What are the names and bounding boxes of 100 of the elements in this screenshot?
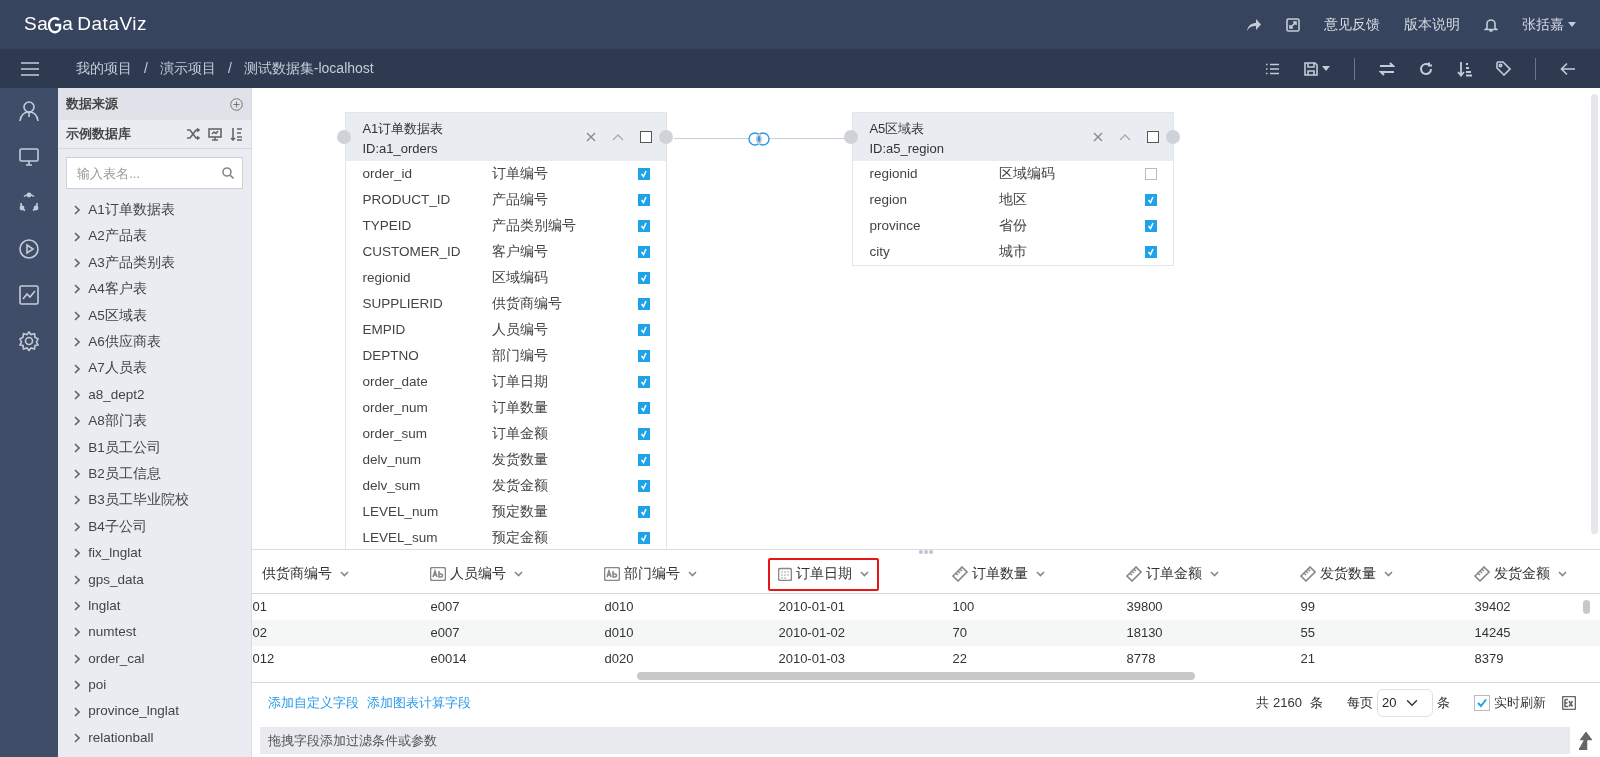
upload-arrow-icon[interactable] [1578,731,1592,750]
chevron-icon[interactable] [74,416,81,427]
chevron-icon[interactable] [74,548,81,559]
chevron-icon[interactable] [74,337,81,348]
table-item[interactable]: A8部门表 [88,411,147,432]
checkbox[interactable] [638,454,651,466]
close-icon[interactable] [1093,132,1104,142]
monitor-icon[interactable] [18,146,41,168]
fullscreen-icon[interactable] [1286,17,1300,32]
back-arrow-icon[interactable] [1560,61,1576,76]
play-icon[interactable] [18,238,41,260]
table-item[interactable]: A4客户表 [88,279,147,300]
caret-icon[interactable] [1322,66,1330,71]
menu-icon[interactable] [20,60,40,77]
chevron-icon[interactable] [74,733,81,743]
table-item[interactable]: B4子公司 [88,516,147,537]
checkbox[interactable] [638,194,651,206]
line-chart-icon[interactable] [18,284,41,306]
table-item[interactable]: numtest [88,622,137,643]
chevron-icon[interactable] [74,310,81,321]
checkbox[interactable] [638,532,651,544]
refresh-icon[interactable] [1419,61,1433,76]
checkbox[interactable] [1145,168,1158,180]
table-item[interactable]: lnglat [88,595,121,617]
scrollbar[interactable] [1583,599,1590,614]
column-header[interactable]: 供货商编号 [262,564,350,585]
chevron-icon[interactable] [74,495,81,506]
table-item[interactable]: poi [88,675,107,696]
column-header[interactable]: 订单日期 [796,564,870,585]
chevron-icon[interactable] [74,601,81,612]
column-header[interactable]: 订单数量 [972,564,1046,585]
checkbox[interactable] [638,272,651,284]
table-item[interactable]: A6供应商表 [88,332,161,353]
table-item[interactable]: a8_dept2 [88,384,145,406]
user-icon[interactable] [18,100,41,122]
breadcrumb-link[interactable]: 我的项目 [76,58,132,79]
checkbox[interactable] [1474,695,1490,712]
join-icon[interactable] [748,132,771,146]
scrollbar[interactable] [1591,94,1598,534]
tag-icon[interactable] [1496,61,1511,76]
table-item[interactable]: fix_lnglat [88,543,142,564]
checkbox[interactable] [638,506,651,518]
checkbox[interactable] [1145,246,1158,258]
close-icon[interactable] [586,132,597,142]
header-link[interactable]: 意见反馈 [1324,14,1380,35]
chevron-icon[interactable] [74,706,81,717]
save-icon[interactable] [1304,61,1318,76]
header-link[interactable]: 版本说明 [1404,14,1460,35]
checkbox[interactable] [640,131,653,143]
table-item[interactable]: A1订单数据表 [88,200,175,221]
resize-handle-icon[interactable] [919,550,934,554]
page-size-select[interactable]: 20 [1377,689,1433,718]
column-header[interactable]: 订单金额 [1146,564,1220,585]
chevron-icon[interactable] [74,627,81,638]
table-item[interactable]: gps_data [88,569,144,590]
table-item[interactable]: A5区域表 [88,305,147,326]
column-header[interactable]: 发货数量 [1320,564,1394,585]
checkbox[interactable] [638,246,651,258]
table-item[interactable]: province_lnglat [88,701,180,722]
column-header[interactable]: 部门编号 [624,564,698,585]
checkbox[interactable] [1147,131,1160,143]
chevron-icon[interactable] [74,257,81,268]
export-excel-icon[interactable] [1562,696,1576,711]
search-field[interactable]: 输入表名... [66,157,244,189]
bell-icon[interactable] [1484,16,1498,33]
breadcrumb-link[interactable]: 演示项目 [159,58,216,79]
table-item[interactable]: relationball [88,727,154,749]
sort-icon[interactable] [230,127,244,141]
column-header[interactable]: 发货金额 [1494,564,1568,585]
filter-drop-zone[interactable]: 拖拽字段添加过滤条件或参数 [260,727,1570,754]
checkbox[interactable] [638,376,651,388]
chevron-icon[interactable] [74,469,81,480]
add-icon[interactable] [230,97,244,111]
checkbox[interactable] [638,480,651,492]
checkbox[interactable] [638,168,651,180]
table-item[interactable]: B2员工信息 [88,463,161,485]
user-menu[interactable]: 张括嘉 [1522,14,1576,35]
checkbox[interactable] [638,428,651,440]
chevron-icon[interactable] [74,653,81,664]
column-header[interactable]: 人员编号 [450,564,524,585]
presentation-icon[interactable] [208,127,223,141]
checkbox[interactable] [638,402,651,414]
chevron-icon[interactable] [74,389,81,400]
chevron-icon[interactable] [74,284,81,295]
table-item[interactable]: A2产品表 [88,226,147,247]
table-item[interactable]: B3员工毕业院校 [88,490,189,511]
checkbox[interactable] [638,350,651,362]
list-icon[interactable] [1265,62,1280,75]
chevron-icon[interactable] [74,442,81,453]
checkbox[interactable] [638,324,651,336]
chevron-icon[interactable] [74,680,81,691]
breadcrumb-link[interactable]: 测试数据集-localhost [243,58,374,79]
scrollbar[interactable] [637,672,1196,681]
share-icon[interactable] [1246,17,1262,32]
table-item[interactable]: order_cal [88,648,145,669]
settings-icon[interactable] [18,330,41,352]
chevron-icon[interactable] [74,231,81,242]
table-item[interactable]: A3产品类别表 [88,252,175,274]
chevron-icon[interactable] [74,363,81,374]
checkbox[interactable] [638,298,651,310]
